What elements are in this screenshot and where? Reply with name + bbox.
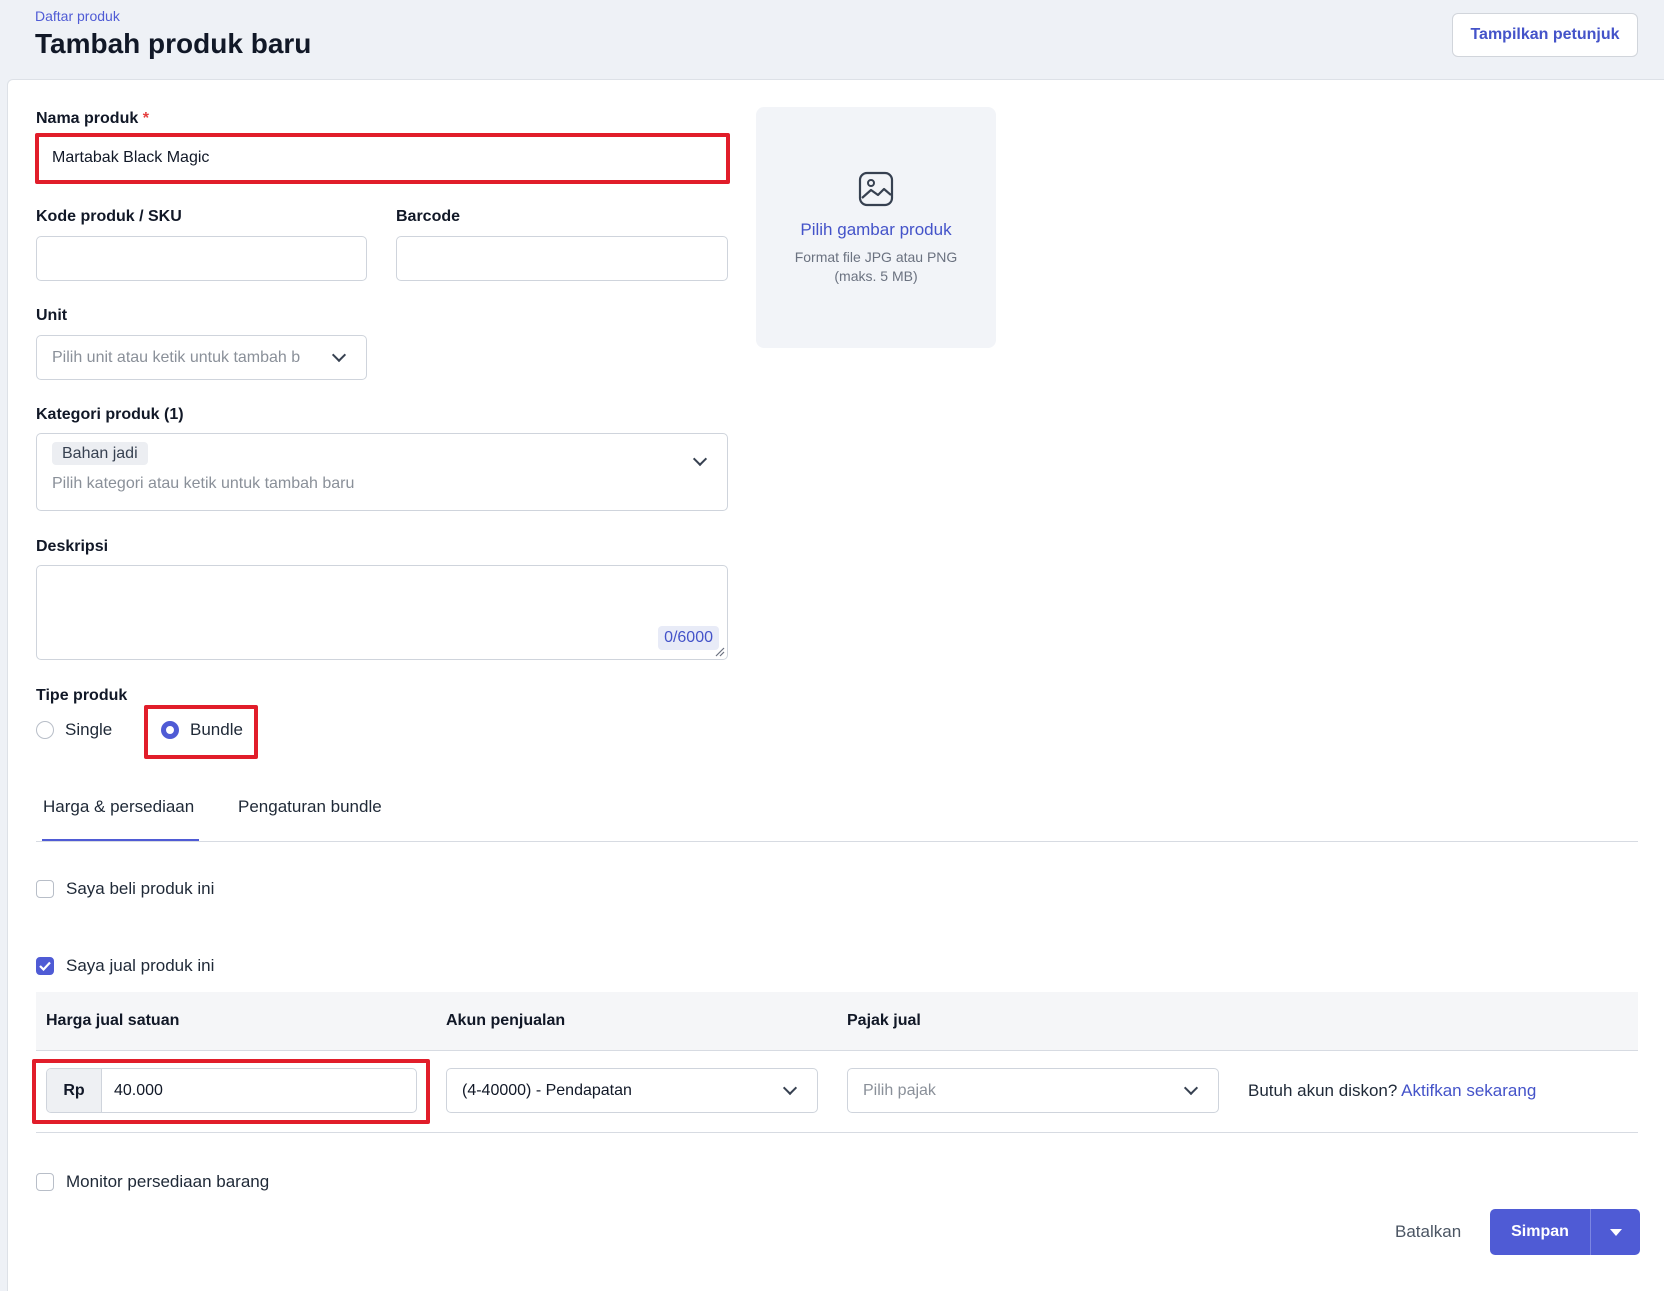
cancel-button[interactable]: Batalkan — [1395, 1222, 1461, 1242]
chevron-down-icon — [782, 1080, 798, 1096]
sale-table-header — [36, 992, 1638, 1050]
col-sales-account: Akun penjualan — [446, 1012, 566, 1029]
tab-harga-persediaan[interactable]: Harga & persediaan — [43, 797, 194, 817]
radio-single[interactable] — [36, 721, 54, 739]
sales-tax-select[interactable]: Pilih pajak — [847, 1068, 1219, 1113]
highlight-product-name — [35, 133, 730, 184]
unit-placeholder: Pilih unit atau ketik untuk tambah b — [52, 348, 301, 366]
resize-handle-icon[interactable] — [715, 647, 725, 657]
description-textarea[interactable]: 0/6000 — [36, 565, 728, 660]
product-type-label: Tipe produk — [36, 687, 128, 704]
col-unit-price: Harga jual satuan — [46, 1012, 180, 1029]
sales-account-select[interactable]: (4-40000) - Pendapatan — [446, 1068, 818, 1113]
save-options-button[interactable] — [1591, 1209, 1640, 1255]
col-sales-tax: Pajak jual — [847, 1012, 921, 1029]
barcode-input[interactable] — [396, 236, 728, 281]
image-upload-area[interactable]: Pilih gambar produk Format file JPG atau… — [756, 107, 996, 348]
breadcrumb[interactable]: Daftar produk — [35, 8, 120, 24]
tab-pengaturan-bundle[interactable]: Pengaturan bundle — [238, 797, 382, 817]
category-select[interactable]: Bahan jadi Pilih kategori atau ketik unt… — [36, 433, 728, 511]
save-button[interactable]: Simpan — [1490, 1209, 1591, 1255]
table-divider-bottom — [36, 1132, 1638, 1133]
upload-title[interactable]: Pilih gambar produk — [756, 220, 996, 240]
unit-label: Unit — [36, 307, 68, 324]
upload-hint: Format file JPG atau PNG (maks. 5 MB) — [794, 249, 958, 284]
barcode-label: Barcode — [396, 208, 461, 225]
activate-discount-link[interactable]: Aktifkan sekarang — [1401, 1081, 1536, 1100]
discount-prompt: Butuh akun diskon? Aktifkan sekarang — [1248, 1081, 1537, 1100]
purchase-option[interactable]: Saya beli produk ini — [36, 879, 214, 899]
type-option-single[interactable]: Single — [36, 720, 112, 740]
highlight-price — [32, 1059, 430, 1124]
unit-select[interactable]: Pilih unit atau ketik untuk tambah b — [36, 335, 367, 380]
chevron-down-icon — [331, 347, 347, 363]
description-label: Deskripsi — [36, 538, 109, 555]
show-guide-button[interactable]: Tampilkan petunjuk — [1452, 13, 1638, 57]
caret-down-icon — [1609, 1228, 1622, 1236]
check-icon — [39, 961, 51, 971]
sku-input[interactable] — [36, 236, 367, 281]
inventory-checkbox[interactable] — [36, 1173, 54, 1191]
tab-divider — [36, 841, 1638, 842]
category-label: Kategori produk (1) — [36, 406, 184, 423]
category-chip[interactable]: Bahan jadi — [52, 442, 148, 465]
active-tab-indicator — [42, 839, 199, 841]
product-name-label: Nama produk * — [36, 110, 149, 127]
chevron-down-icon — [1183, 1080, 1199, 1096]
sale-checkbox[interactable] — [36, 957, 54, 975]
image-icon — [858, 171, 894, 207]
inventory-option[interactable]: Monitor persediaan barang — [36, 1172, 269, 1192]
table-divider-top — [36, 1050, 1638, 1051]
sku-label: Kode produk / SKU — [36, 208, 182, 225]
char-counter: 0/6000 — [658, 626, 719, 650]
page-title: Tambah produk baru — [35, 28, 312, 59]
highlight-bundle — [144, 705, 258, 759]
sale-option[interactable]: Saya jual produk ini — [36, 956, 214, 976]
purchase-checkbox[interactable] — [36, 880, 54, 898]
save-button-group: Simpan — [1490, 1209, 1640, 1255]
category-placeholder: Pilih kategori atau ketik untuk tambah b… — [52, 475, 355, 492]
